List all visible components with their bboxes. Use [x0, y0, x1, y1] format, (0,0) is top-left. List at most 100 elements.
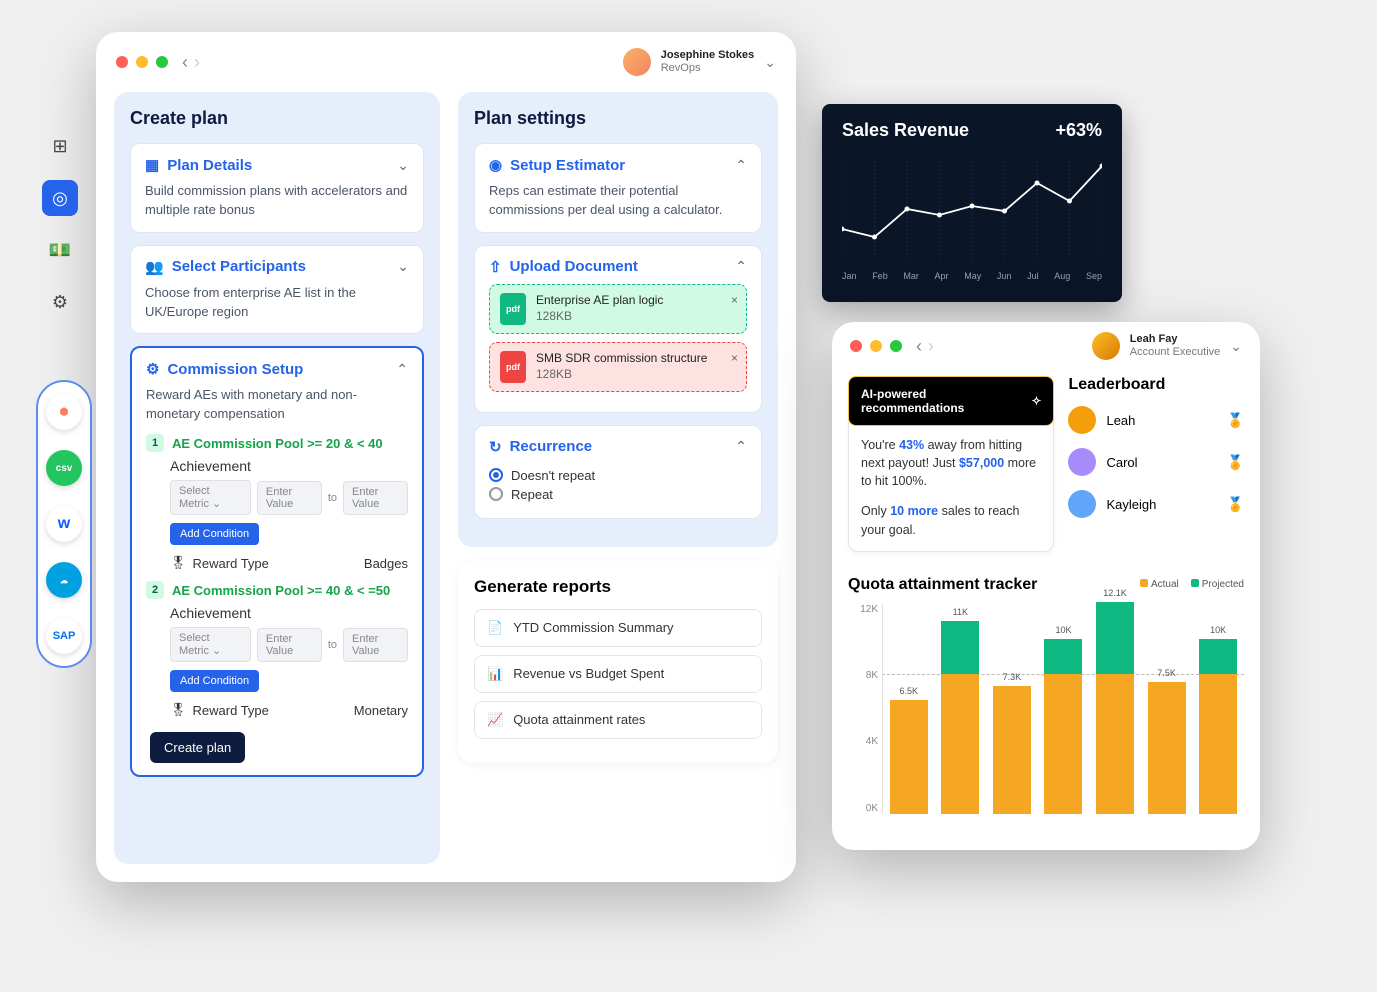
- recommendations-header: AI-powered recommendations ✧: [848, 376, 1054, 426]
- quota-bar-chart: 12K8K4K0K 6.5K11K7.3K10K12.1K7.5K10K: [848, 604, 1244, 834]
- leader-name: Carol: [1106, 455, 1137, 470]
- quota-bar: [993, 686, 1031, 814]
- close-icon[interactable]: [850, 340, 862, 352]
- create-plan-button[interactable]: Create plan: [150, 732, 245, 763]
- layout-icon: ▦: [145, 156, 159, 174]
- tier-rule: 2AE Commission Pool >= 40 & < =50: [146, 581, 408, 599]
- remove-icon[interactable]: ×: [731, 293, 738, 307]
- medal-icon: 🏅: [1227, 454, 1244, 471]
- recurrence-option[interactable]: Repeat: [489, 487, 747, 502]
- quota-section: Quota attainment tracker Actual Projecte…: [832, 562, 1260, 834]
- add-condition-button[interactable]: Add Condition: [170, 523, 259, 545]
- remove-icon[interactable]: ×: [731, 351, 738, 365]
- month-label: Sep: [1086, 271, 1102, 281]
- quota-bar: [890, 700, 928, 814]
- avatar: [1068, 490, 1096, 518]
- value-input[interactable]: Enter Value: [343, 628, 408, 662]
- dashboard-icon[interactable]: ⊞: [42, 128, 78, 164]
- upload-icon: ⇧: [489, 258, 502, 276]
- create-plan-title: Create plan: [130, 108, 424, 129]
- sap-icon[interactable]: SAP: [46, 618, 82, 654]
- maximize-icon[interactable]: [156, 56, 168, 68]
- user-role: RevOps: [661, 62, 755, 75]
- month-label: Feb: [872, 271, 888, 281]
- doc-size: 128KB: [536, 309, 663, 325]
- radio-icon: [489, 468, 503, 482]
- participants-header[interactable]: 👥Select Participants ⌄: [145, 258, 409, 276]
- target-icon[interactable]: ◎: [42, 180, 78, 216]
- reports-card: Generate reports 📄 YTD Commission Summary…: [458, 561, 778, 763]
- bar-label: 11K: [953, 607, 968, 617]
- back-icon[interactable]: ‹: [916, 336, 922, 357]
- workday-icon[interactable]: w: [46, 506, 82, 542]
- leaderboard-card: Leaderboard Leah🏅 Carol 🏅 Kayleigh 🏅: [1068, 376, 1244, 552]
- close-icon[interactable]: [116, 56, 128, 68]
- plan-details-header[interactable]: ▦Plan Details ⌄: [145, 156, 409, 174]
- chevron-down-icon: ⌄: [397, 157, 409, 174]
- forward-icon[interactable]: ›: [928, 336, 934, 357]
- reports-title: Generate reports: [474, 577, 762, 597]
- select-metric-input[interactable]: Select Metric ⌄: [170, 480, 251, 515]
- bar-label: 10K: [1210, 625, 1226, 635]
- bar-label: 12.1K: [1103, 588, 1127, 598]
- commission-header[interactable]: ⚙Commission Setup ⌃: [146, 360, 408, 378]
- value-input[interactable]: Enter Value: [257, 481, 322, 515]
- recurrence-card: ↻Recurrence ⌃ Doesn't repeat Repeat: [474, 425, 762, 519]
- recurrence-option[interactable]: Doesn't repeat: [489, 468, 747, 483]
- sales-revenue-card: Sales Revenue +63% JanFebMarAprMayJunJul…: [822, 104, 1122, 302]
- report-label: YTD Commission Summary: [513, 620, 673, 635]
- value-input[interactable]: Enter Value: [257, 628, 322, 662]
- back-icon[interactable]: ‹: [182, 52, 188, 73]
- traffic-lights: [116, 56, 168, 68]
- month-label: Jul: [1027, 271, 1039, 281]
- csv-icon[interactable]: csv: [46, 450, 82, 486]
- chevron-up-icon: ⌃: [735, 438, 747, 455]
- leader-name: Kayleigh: [1106, 497, 1156, 512]
- hubspot-icon[interactable]: ⬢: [46, 394, 82, 430]
- achievement-label: Achievement: [170, 458, 408, 474]
- participants-card: 👥Select Participants ⌄ Choose from enter…: [130, 245, 424, 335]
- leaderboard-row: Carol 🏅: [1068, 448, 1244, 476]
- report-icon: 📈: [487, 712, 503, 728]
- gear-icon[interactable]: ⚙: [42, 284, 78, 320]
- y-tick: 8K: [848, 670, 878, 681]
- avatar: [1068, 406, 1096, 434]
- sales-title: Sales Revenue: [842, 120, 969, 141]
- chevron-down-icon: ⌄: [1230, 338, 1242, 355]
- value-input[interactable]: Enter Value: [343, 481, 408, 515]
- add-condition-button[interactable]: Add Condition: [170, 670, 259, 692]
- medal-icon: 🏅: [1227, 412, 1244, 429]
- y-tick: 4K: [848, 736, 878, 747]
- money-icon[interactable]: 💵: [42, 232, 78, 268]
- user-menu[interactable]: Josephine Stokes RevOps ⌄: [623, 48, 776, 76]
- avatar: [623, 48, 651, 76]
- leaderboard-row: Leah🏅: [1068, 406, 1244, 434]
- y-tick: 12K: [848, 604, 878, 615]
- quota-bar: [1148, 682, 1186, 813]
- chevron-up-icon: ⌃: [735, 157, 747, 174]
- quota-bar: [1199, 639, 1237, 814]
- report-item[interactable]: 📄 YTD Commission Summary: [474, 609, 762, 647]
- estimator-header[interactable]: ◉Setup Estimator ⌃: [489, 156, 747, 174]
- doc-name: Enterprise AE plan logic: [536, 293, 663, 309]
- quota-bar: [1044, 639, 1082, 814]
- user-menu[interactable]: Leah Fay Account Executive ⌄: [1092, 332, 1242, 360]
- leaderboard-title: Leaderboard: [1068, 376, 1244, 394]
- maximize-icon[interactable]: [890, 340, 902, 352]
- reward-type-label: 🎖Reward Type: [170, 555, 269, 571]
- pdf-icon: pdf: [500, 351, 526, 383]
- report-item[interactable]: 📈Quota attainment rates: [474, 701, 762, 739]
- month-label: Apr: [935, 271, 949, 281]
- salesforce-icon[interactable]: ☁: [46, 562, 82, 598]
- recurrence-header[interactable]: ↻Recurrence ⌃: [489, 438, 747, 456]
- minimize-icon[interactable]: [870, 340, 882, 352]
- forward-icon[interactable]: ›: [194, 52, 200, 73]
- report-icon: 📄: [487, 620, 503, 636]
- select-metric-input[interactable]: Select Metric ⌄: [170, 627, 251, 662]
- traffic-lights: [850, 340, 902, 352]
- chevron-up-icon: ⌃: [396, 361, 408, 378]
- minimize-icon[interactable]: [136, 56, 148, 68]
- report-item[interactable]: 📊Revenue vs Budget Spent: [474, 655, 762, 693]
- sparkle-icon: ✧: [1031, 394, 1041, 408]
- upload-header[interactable]: ⇧Upload Document ⌃: [489, 258, 747, 276]
